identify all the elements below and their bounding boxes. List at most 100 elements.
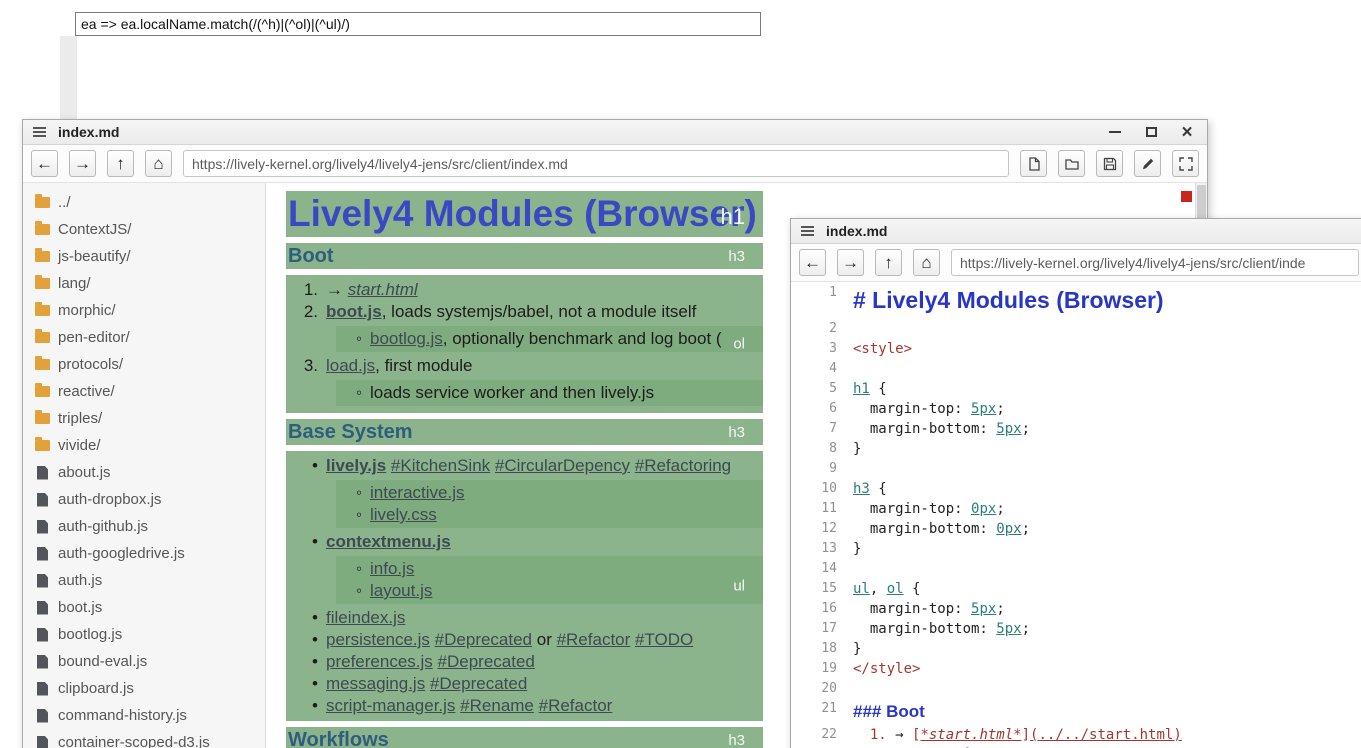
code-token: }	[853, 441, 861, 457]
md-link[interactable]: interactive.js	[370, 483, 464, 502]
sidebar-item[interactable]: protocols/	[23, 351, 265, 378]
file-name: bound-eval.js	[58, 653, 147, 670]
list-text: persistence.js #Deprecated or #Refactor …	[326, 629, 693, 651]
md-link[interactable]: fileindex.js	[326, 608, 405, 627]
list-item: ◦interactive.js	[336, 482, 763, 504]
source-titlebar[interactable]: index.md	[791, 219, 1361, 244]
code-line: 15ul, ol {	[791, 579, 1361, 599]
forward-button[interactable]: →	[69, 150, 96, 177]
line-number: 14	[791, 559, 837, 579]
toggle-fullscreen-button[interactable]	[1172, 150, 1199, 177]
sidebar-item[interactable]: triples/	[23, 405, 265, 432]
open-directory-button[interactable]	[1058, 150, 1085, 177]
forward-button[interactable]: →	[837, 249, 864, 276]
list-item: ◦lively.css	[336, 504, 763, 526]
sidebar-item[interactable]: ContextJS/	[23, 216, 265, 243]
sidebar-item[interactable]: morphic/	[23, 297, 265, 324]
md-link[interactable]: #CircularDepency	[495, 456, 630, 475]
md-link[interactable]: load.js	[326, 356, 375, 375]
md-link[interactable]: lively.css	[370, 505, 437, 524]
sidebar-item[interactable]: clipboard.js	[23, 675, 265, 702]
new-file-button[interactable]	[1020, 150, 1047, 177]
sidebar-item[interactable]: bootlog.js	[23, 621, 265, 648]
sidebar-item[interactable]: bound-eval.js	[23, 648, 265, 675]
new-file-icon	[1026, 156, 1042, 172]
main-titlebar[interactable]: index.md ×	[23, 120, 1207, 145]
sidebar-item[interactable]: lang/	[23, 270, 265, 297]
line-number: 9	[791, 459, 837, 479]
up-button[interactable]: ↑	[107, 150, 134, 177]
code-line: 8}	[791, 439, 1361, 459]
edit-button[interactable]	[1134, 150, 1161, 177]
file-name: command-history.js	[58, 707, 187, 724]
list-text: preferences.js #Deprecated	[326, 651, 535, 673]
md-link[interactable]: #Refactor	[539, 696, 613, 715]
md-link[interactable]: script-manager.js	[326, 696, 455, 715]
home-button[interactable]: ⌂	[913, 249, 940, 276]
sidebar-item[interactable]: container-scoped-d3.js	[23, 729, 265, 748]
md-link[interactable]: boot.js	[326, 302, 382, 321]
md-link[interactable]: info.js	[370, 559, 414, 578]
md-link[interactable]: #KitchenSink	[391, 456, 490, 475]
code-token: h1	[853, 381, 870, 397]
code-text: h1 {	[837, 379, 887, 399]
code-token: *start.html*	[920, 727, 1021, 743]
md-link[interactable]: messaging.js	[326, 674, 425, 693]
up-button[interactable]: ↑	[875, 249, 902, 276]
sidebar-item[interactable]: reactive/	[23, 378, 265, 405]
editor-lines[interactable]: 1# Lively4 Modules (Browser)23<style>45h…	[791, 283, 1361, 748]
forward-icon: →	[74, 155, 91, 172]
sidebar-item[interactable]: auth-github.js	[23, 513, 265, 540]
close-button[interactable]: ×	[1177, 123, 1197, 141]
window-title: index.md	[58, 124, 119, 140]
md-link[interactable]: bootlog.js	[370, 329, 443, 348]
list-marker: •	[300, 607, 318, 629]
menu-icon[interactable]	[33, 125, 46, 139]
filter-input[interactable]	[75, 12, 761, 36]
md-link[interactable]: #Deprecated	[435, 630, 532, 649]
sidebar-item[interactable]: pen-editor/	[23, 324, 265, 351]
sidebar-item[interactable]: command-history.js	[23, 702, 265, 729]
sidebar-item[interactable]: js-beautify/	[23, 243, 265, 270]
sidebar-item[interactable]: ../	[23, 189, 265, 216]
md-link[interactable]: #Deprecated	[430, 674, 527, 693]
home-button[interactable]: ⌂	[145, 150, 172, 177]
md-link[interactable]: contextmenu.js	[326, 532, 451, 551]
url-input[interactable]	[951, 249, 1359, 276]
md-link[interactable]: #Refactoring	[635, 456, 731, 475]
url-input[interactable]	[183, 150, 1009, 177]
md-link[interactable]: persistence.js	[326, 630, 430, 649]
code-line: 9	[791, 459, 1361, 479]
folder-icon	[35, 305, 50, 316]
md-link[interactable]: preferences.js	[326, 652, 433, 671]
line-number: 20	[791, 679, 837, 699]
list-marker: 2.	[300, 301, 318, 323]
minimize-button[interactable]	[1105, 123, 1125, 141]
sidebar-item[interactable]: auth-dropbox.js	[23, 486, 265, 513]
file-icon	[37, 466, 48, 480]
back-button[interactable]: ←	[31, 150, 58, 177]
sidebar-item[interactable]: boot.js	[23, 594, 265, 621]
file-list: ../ContextJS/js-beautify/lang/morphic/pe…	[23, 183, 266, 748]
save-button[interactable]	[1096, 150, 1123, 177]
md-link[interactable]: lively.js	[326, 456, 386, 475]
md-link[interactable]: #Deprecated	[438, 652, 535, 671]
list-marker: •	[300, 455, 318, 477]
line-number: 22	[791, 725, 837, 745]
code-text: <style>	[837, 339, 912, 359]
md-link[interactable]: layout.js	[370, 581, 432, 600]
md-link[interactable]: #TODO	[635, 630, 693, 649]
sidebar-item[interactable]: about.js	[23, 459, 265, 486]
md-link[interactable]: start.html	[348, 280, 418, 299]
md-link[interactable]: #Rename	[460, 696, 534, 715]
menu-icon[interactable]	[801, 224, 814, 238]
back-button[interactable]: ←	[799, 249, 826, 276]
sidebar-item[interactable]: auth.js	[23, 567, 265, 594]
code-text: }	[837, 439, 861, 459]
sidebar-item[interactable]: vivide/	[23, 432, 265, 459]
sidebar-item[interactable]: auth-googledrive.js	[23, 540, 265, 567]
code-token: ol	[887, 581, 904, 597]
maximize-button[interactable]	[1141, 123, 1161, 141]
md-link[interactable]: #Refactor	[557, 630, 631, 649]
line-number: 19	[791, 659, 837, 679]
